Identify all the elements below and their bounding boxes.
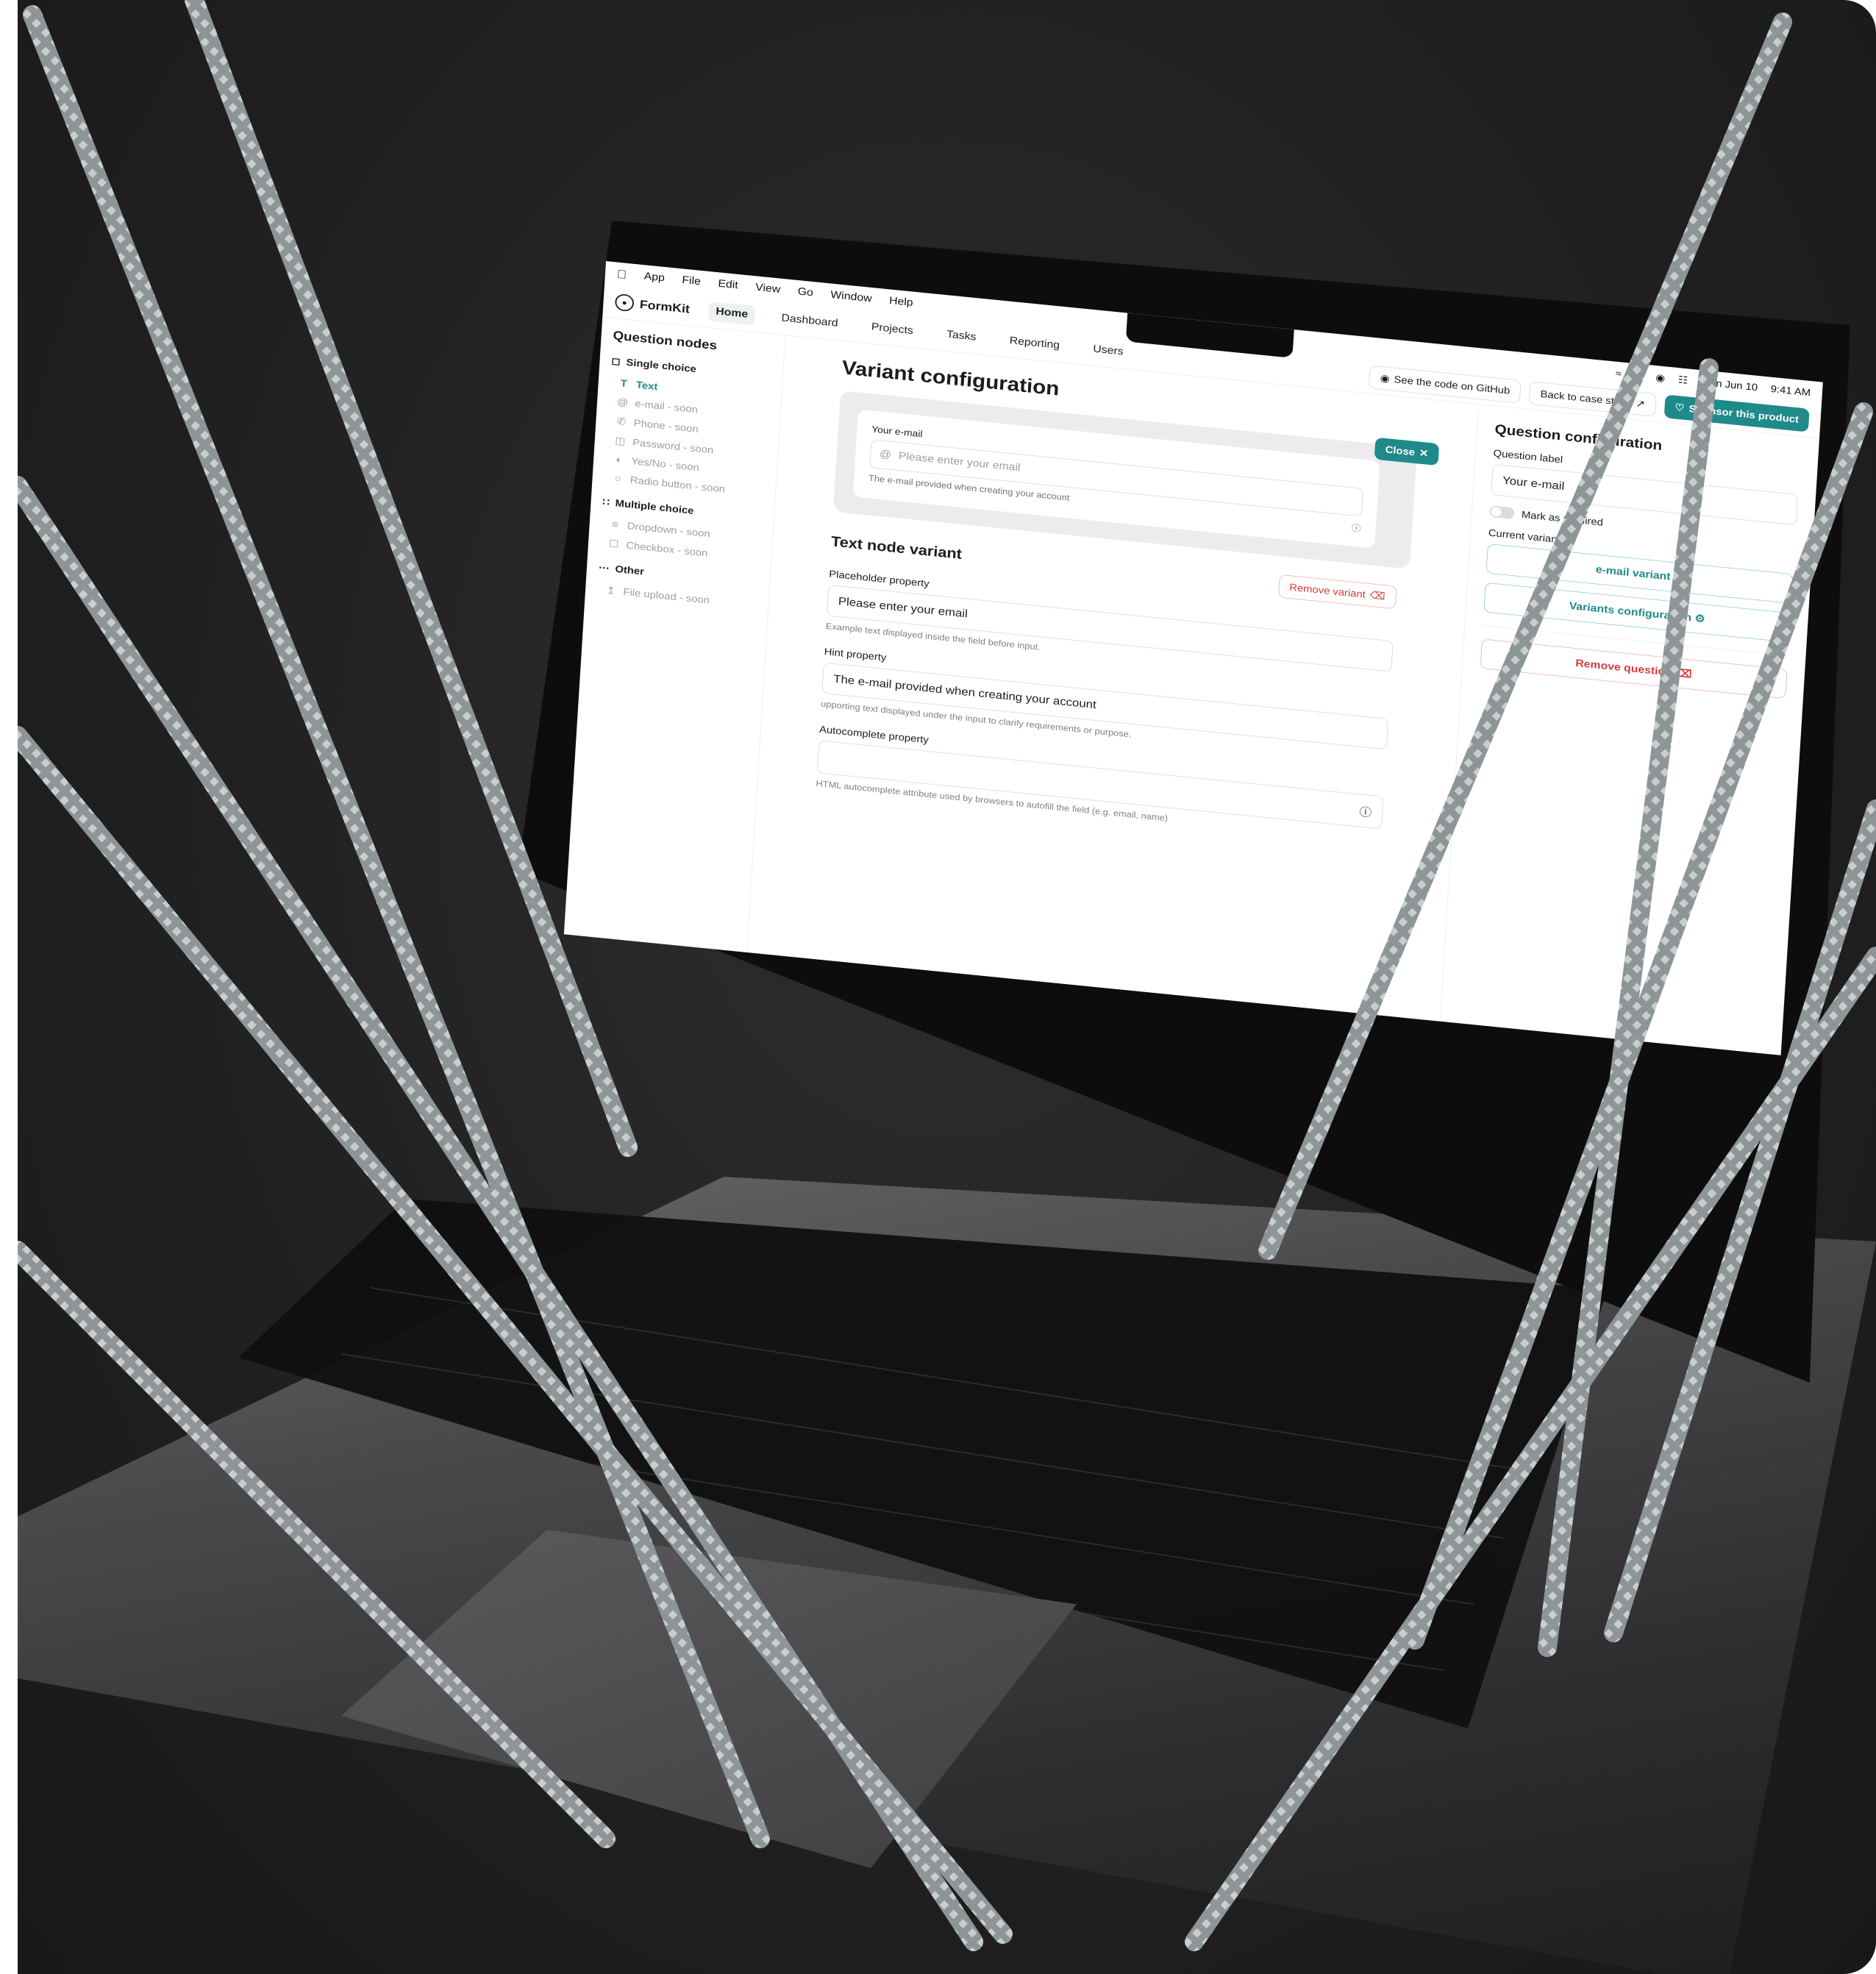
menubar-time[interactable]: 9:41 AM: [1770, 383, 1811, 398]
at-icon: @: [879, 448, 892, 461]
toggle-icon: ◐: [615, 454, 623, 466]
control-center-icon[interactable]: ☷: [1677, 374, 1688, 386]
nav-dashboard[interactable]: Dashboard: [774, 308, 846, 335]
nav-reporting[interactable]: Reporting: [1002, 330, 1068, 356]
nav-users[interactable]: Users: [1085, 339, 1132, 363]
required-toggle[interactable]: [1489, 505, 1515, 520]
current-variant-value: e-mail variant: [1595, 563, 1671, 583]
question-configuration-panel: Question configuration Question label Yo…: [1439, 405, 1820, 1055]
menu-help[interactable]: Help: [889, 295, 913, 309]
close-button[interactable]: Close ✕: [1374, 437, 1440, 466]
preview-placeholder: Please enter your email: [898, 450, 1021, 474]
node-text-label: Text: [635, 379, 658, 393]
eraser-icon: ⌫: [1369, 589, 1386, 602]
remove-variant-button[interactable]: Remove variant ⌫: [1277, 574, 1397, 610]
node-file-upload-label: File upload - soon: [622, 586, 710, 606]
remove-question-label: Remove question: [1574, 658, 1673, 679]
search-icon[interactable]: ⚲: [1634, 369, 1643, 382]
arrow-up-right-icon: ↗: [1636, 398, 1646, 410]
multiple-choice-label: Multiple choice: [615, 497, 694, 516]
required-label: Mark as required: [1521, 508, 1604, 528]
node-yes-no-label: Yes/No - soon: [631, 455, 700, 474]
password-icon: ◫: [614, 435, 626, 448]
at-icon: @: [616, 396, 629, 409]
menu-app[interactable]: App: [643, 271, 665, 285]
menu-window[interactable]: Window: [830, 289, 872, 304]
remove-variant-label: Remove variant: [1288, 581, 1366, 600]
nav-projects[interactable]: Projects: [863, 317, 921, 342]
gear-icon: ⚙: [1694, 613, 1706, 625]
menu-go[interactable]: Go: [797, 286, 813, 299]
case-study-button-label: Back to case study: [1540, 388, 1633, 409]
nav-home[interactable]: Home: [707, 301, 756, 326]
help-circle-icon[interactable]: ⓘ: [1351, 521, 1361, 534]
help-circle-icon[interactable]: ⓘ: [1359, 802, 1372, 820]
wifi-icon[interactable]: ≈: [1615, 368, 1622, 380]
grid-icon: ∷: [602, 496, 610, 509]
preview-card: Your e-mail @ Please enter your email Th…: [852, 409, 1380, 549]
dropdown-icon: ≡: [611, 519, 619, 531]
menu-view[interactable]: View: [755, 282, 781, 296]
remove-question-button[interactable]: Remove question ⌫: [1480, 638, 1788, 699]
laptop-screen:  App File Edit View Go Window Help ≈ ⚲ …: [563, 261, 1823, 1055]
node-checkbox-label: Checkbox - soon: [625, 539, 708, 559]
close-button-label: Close: [1385, 443, 1416, 458]
github-icon: ◉: [1380, 372, 1391, 385]
node-email-label: e-mail - soon: [634, 398, 699, 416]
eraser-icon: ⌫: [1675, 667, 1692, 681]
variant-title: Text node variant: [830, 532, 963, 563]
variant-configuration-panel: Variant configuration Close ✕ Your e-mai…: [747, 335, 1478, 1022]
menu-file[interactable]: File: [682, 274, 701, 288]
placeholder-property-value: Please enter your email: [838, 594, 969, 621]
github-button-label: See the code on GitHub: [1394, 374, 1511, 396]
ellipsis-icon: ⋯: [598, 562, 610, 574]
user-icon[interactable]: ◉: [1655, 371, 1666, 384]
chevron-down-icon: ⌄: [1673, 571, 1684, 584]
close-icon: ✕: [1419, 447, 1429, 460]
node-phone-label: Phone - soon: [633, 417, 699, 435]
nav-tasks[interactable]: Tasks: [938, 324, 984, 348]
variants-configuration-label: Variants configuration: [1569, 600, 1692, 624]
question-label-value: Your e-mail: [1502, 474, 1565, 493]
single-choice-icon: ◻: [610, 355, 621, 368]
checkbox-icon: ☐: [608, 538, 619, 551]
phone-icon: ✆: [616, 416, 627, 428]
formkit-logo-icon: ●: [614, 293, 635, 313]
other-label: Other: [615, 563, 645, 577]
upload-icon: ↥: [606, 585, 616, 597]
text-icon: T: [620, 377, 628, 390]
sidebar-title: Question nodes: [612, 329, 718, 353]
radio-icon: ○: [614, 473, 622, 485]
menubar-date[interactable]: Mon Jun 10: [1700, 377, 1758, 393]
product-photo:  App File Edit View Go Window Help ≈ ⚲ …: [18, 0, 1876, 1974]
sponsor-icon: ♡: [1674, 402, 1686, 414]
formkit-logo[interactable]: ● FormKit: [614, 293, 691, 318]
app-layout: Question nodes ◻ Single choice T Text @ …: [563, 317, 1820, 1055]
menu-edit[interactable]: Edit: [718, 278, 738, 292]
sponsor-button-label: Sponsor this product: [1688, 403, 1800, 425]
apple-logo-icon[interactable]: : [616, 267, 627, 282]
brand-name: FormKit: [639, 297, 691, 316]
single-choice-label: Single choice: [626, 356, 697, 375]
